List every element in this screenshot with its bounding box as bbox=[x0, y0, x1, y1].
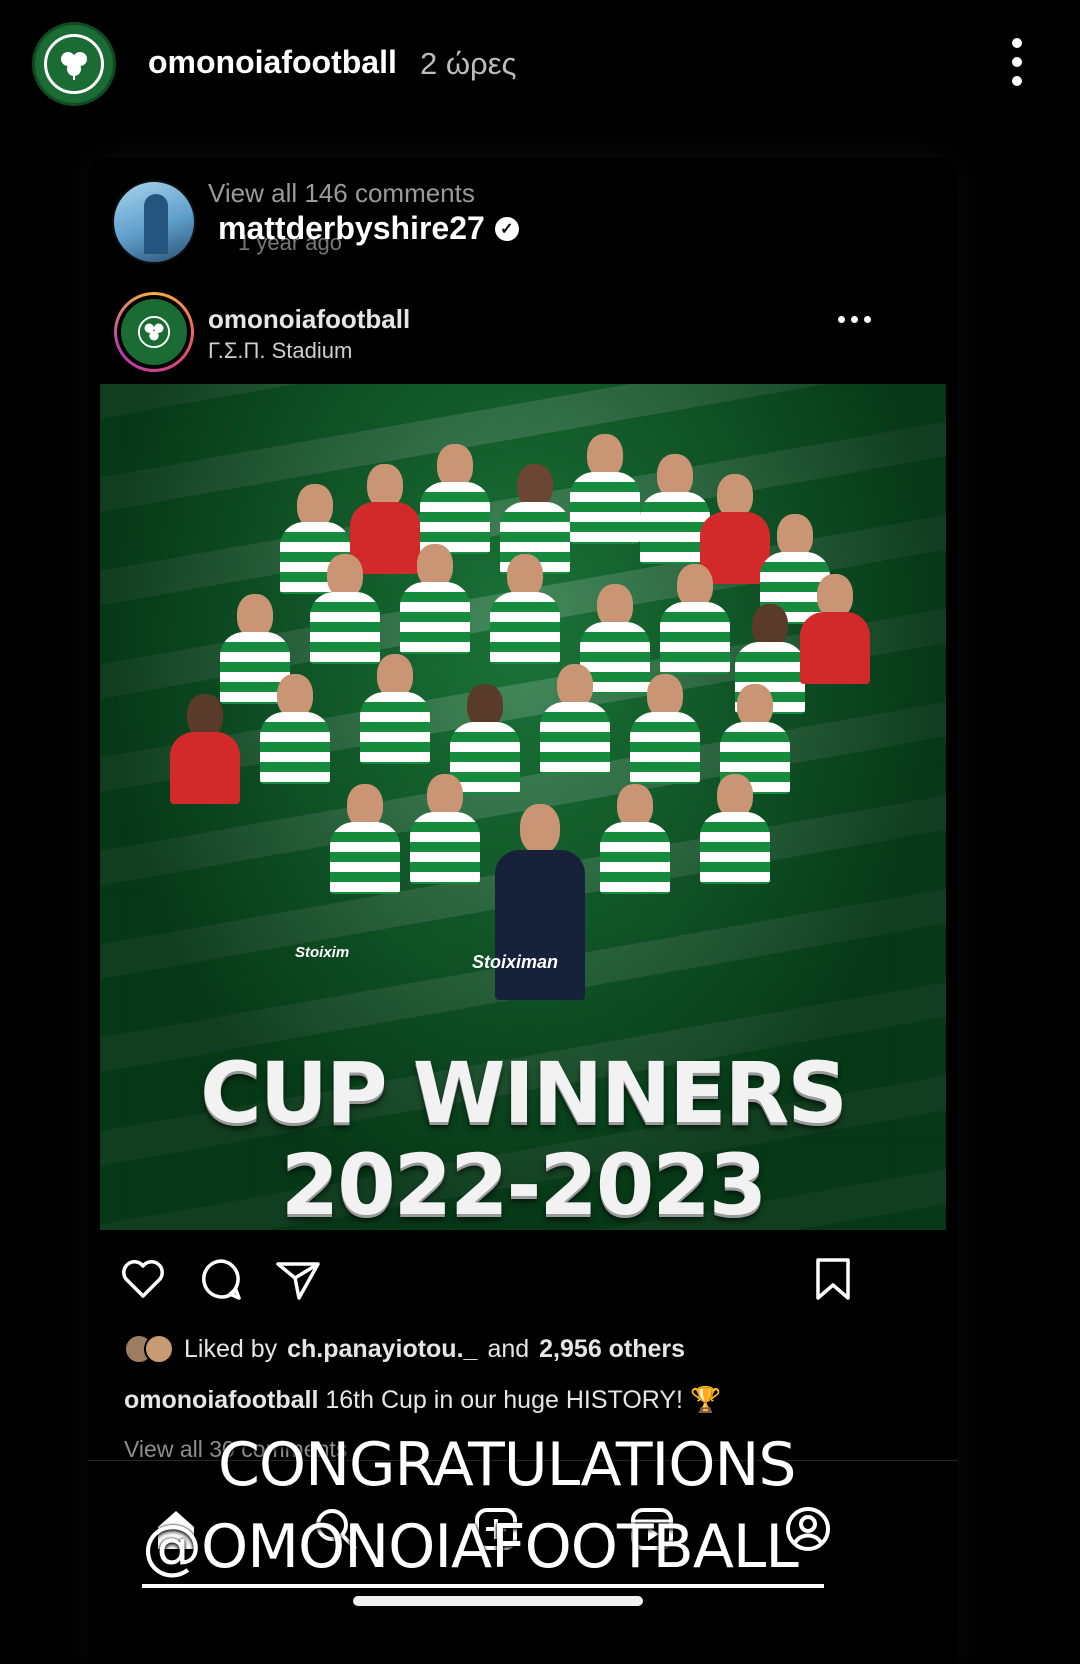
liked-user: ch.panayiotou._ bbox=[287, 1334, 478, 1363]
club-logo-icon bbox=[44, 34, 104, 94]
team-photo bbox=[160, 424, 900, 1044]
post-image: Stoiximan Stoixim CUP WINNERS 2022-2023 bbox=[100, 384, 946, 1230]
story-avatar[interactable] bbox=[32, 22, 116, 106]
heart-icon bbox=[122, 1260, 164, 1298]
reply-username-text: mattderbyshire27 bbox=[218, 210, 485, 246]
verified-icon: ✓ bbox=[494, 216, 519, 241]
more-vertical-icon[interactable] bbox=[1005, 38, 1029, 86]
story-header: omonoiafootball 2 ώρες bbox=[0, 0, 1080, 130]
view-comments-link: View all 146 comments bbox=[208, 178, 475, 208]
story-timestamp: 2 ώρες bbox=[420, 46, 517, 81]
overlay-mention[interactable]: @OMONOIAFOOTBALL bbox=[142, 1512, 824, 1588]
liker-avatars bbox=[124, 1334, 174, 1364]
bookmark-icon bbox=[816, 1258, 850, 1300]
story-username[interactable]: omonoiafootball bbox=[148, 44, 397, 81]
poster-title: CUP WINNERS bbox=[200, 1044, 848, 1142]
reply-username: mattderbyshire27 ✓ bbox=[218, 210, 519, 247]
liked-middle: and bbox=[487, 1334, 530, 1363]
post-location: Γ.Σ.Π. Stadium bbox=[208, 338, 353, 363]
post-avatar bbox=[114, 292, 194, 372]
sponsor-text: Stoixim bbox=[295, 944, 350, 961]
post-username: omonoiafootball bbox=[208, 304, 411, 334]
likes-summary: Liked by ch.panayiotou._ and 2,956 other… bbox=[124, 1334, 685, 1364]
comment-icon bbox=[202, 1259, 241, 1300]
more-horizontal-icon bbox=[838, 316, 871, 323]
liked-others: 2,956 others bbox=[539, 1334, 686, 1363]
caption-text: 16th Cup in our huge HISTORY! 🏆 bbox=[325, 1386, 722, 1414]
post-caption: omonoiafootball 16th Cup in our huge HIS… bbox=[124, 1386, 721, 1415]
caption-username: omonoiafootball bbox=[124, 1386, 319, 1414]
sponsor-text: Stoiximan bbox=[472, 952, 559, 972]
home-indicator bbox=[353, 1596, 643, 1606]
share-icon bbox=[276, 1262, 320, 1300]
reply-avatar bbox=[112, 180, 196, 264]
post-actions bbox=[118, 1254, 938, 1304]
poster-subtitle: 2022-2023 bbox=[280, 1136, 767, 1230]
club-logo-icon bbox=[121, 299, 187, 365]
overlay-congratulations: CONGRATULATIONS bbox=[218, 1430, 796, 1500]
liked-prefix: Liked by bbox=[184, 1334, 278, 1363]
